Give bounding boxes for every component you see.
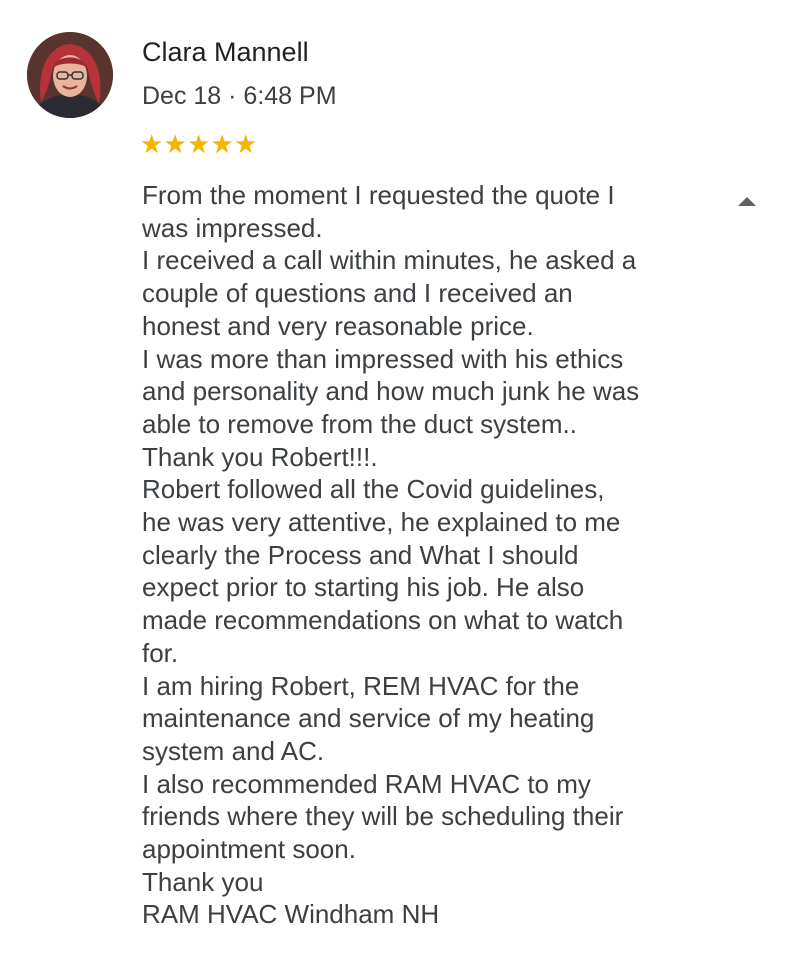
review-text-line: I received a call within minutes, he ask…: [142, 245, 637, 276]
triangle-up-icon: [738, 197, 756, 206]
review-text-line: maintenance and service of my heating: [142, 703, 595, 734]
review-text-line: was impressed.: [142, 212, 323, 243]
review-text-line: system and AC.: [142, 735, 325, 766]
collapse-review-button[interactable]: [734, 192, 760, 210]
star-icon: ★: [210, 130, 234, 160]
star-icon: ★: [140, 130, 164, 160]
review-text-line: appointment soon.: [142, 834, 356, 865]
reviewer-name[interactable]: Clara Mannell: [142, 35, 309, 69]
star-icon: ★: [187, 130, 211, 160]
review-card: Clara Mannell Dec 18 · 6:48 PM ★ ★ ★ ★ ★…: [0, 0, 808, 960]
reviewer-avatar[interactable]: [27, 32, 113, 118]
review-text-line: friends where they will be scheduling th…: [142, 801, 624, 832]
review-text-line: for.: [142, 637, 179, 668]
review-text-line: able to remove from the duct system..: [142, 408, 577, 439]
review-text-line: Thank you Robert!!!.: [142, 441, 378, 472]
review-text-line: Thank you: [142, 866, 264, 897]
review-text-line: From the moment I requested the quote I: [142, 180, 615, 210]
review-text: From the moment I requested the quote I …: [142, 179, 722, 931]
review-text-line: expect prior to starting his job. He als…: [142, 572, 585, 603]
review-text-line: he was very attentive, he explained to m…: [142, 507, 621, 538]
star-icon: ★: [234, 130, 258, 160]
review-text-line: made recommendations on what to watch: [142, 605, 624, 636]
review-text-line: couple of questions and I received an: [142, 278, 573, 309]
review-date: Dec 18 · 6:48 PM: [142, 82, 337, 110]
review-text-line: and personality and how much junk he was: [142, 376, 640, 407]
review-text-line: RAM HVAC Windham NH: [142, 899, 440, 930]
review-text-line: honest and very reasonable price.: [142, 310, 534, 341]
review-text-line: I am hiring Robert, REM HVAC for the: [142, 670, 580, 701]
review-text-line: I was more than impressed with his ethic…: [142, 343, 624, 374]
review-text-line: clearly the Process and What I should: [142, 539, 579, 570]
review-text-line: Robert followed all the Covid guidelines…: [142, 474, 605, 505]
star-icon: ★: [163, 130, 187, 160]
review-text-line: I also recommended RAM HVAC to my: [142, 768, 591, 799]
avatar-portrait: [27, 32, 113, 118]
star-rating: ★ ★ ★ ★ ★: [140, 128, 258, 162]
